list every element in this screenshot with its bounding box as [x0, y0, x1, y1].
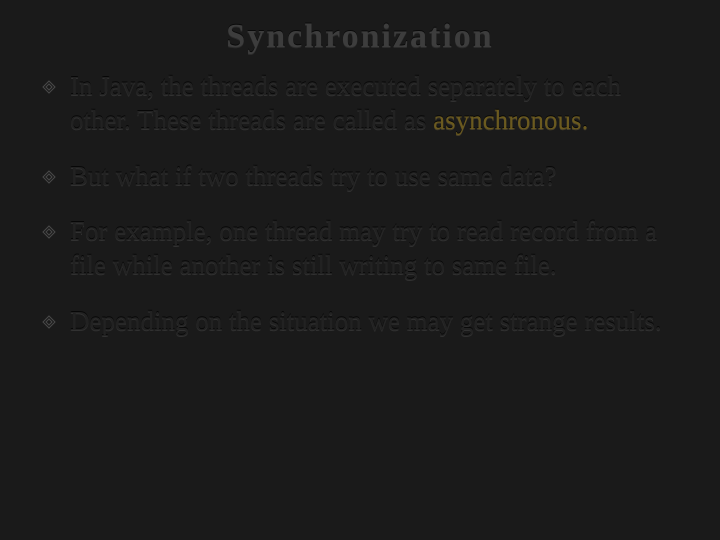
bullet-list: In Java, the threads are executed separa… — [42, 70, 678, 339]
diamond-bullet-icon — [42, 315, 56, 329]
list-item: Depending on the situation we may get st… — [42, 305, 678, 339]
bullet-text-pre: For example, one thread may try to read … — [70, 216, 657, 280]
diamond-bullet-icon — [42, 225, 56, 239]
bullet-text-pre: But what if two threads try to use same … — [70, 161, 557, 191]
slide: Synchronization In Java, the threads are… — [0, 0, 720, 540]
diamond-bullet-icon — [42, 170, 56, 184]
slide-title: Synchronization — [42, 18, 678, 56]
diamond-bullet-icon — [42, 80, 56, 94]
bullet-text-emph: asynchronous. — [433, 105, 588, 135]
list-item: In Java, the threads are executed separa… — [42, 70, 678, 138]
list-item: But what if two threads try to use same … — [42, 160, 678, 194]
bullet-text-pre: Depending on the situation we may get st… — [70, 306, 662, 336]
list-item: For example, one thread may try to read … — [42, 215, 678, 283]
